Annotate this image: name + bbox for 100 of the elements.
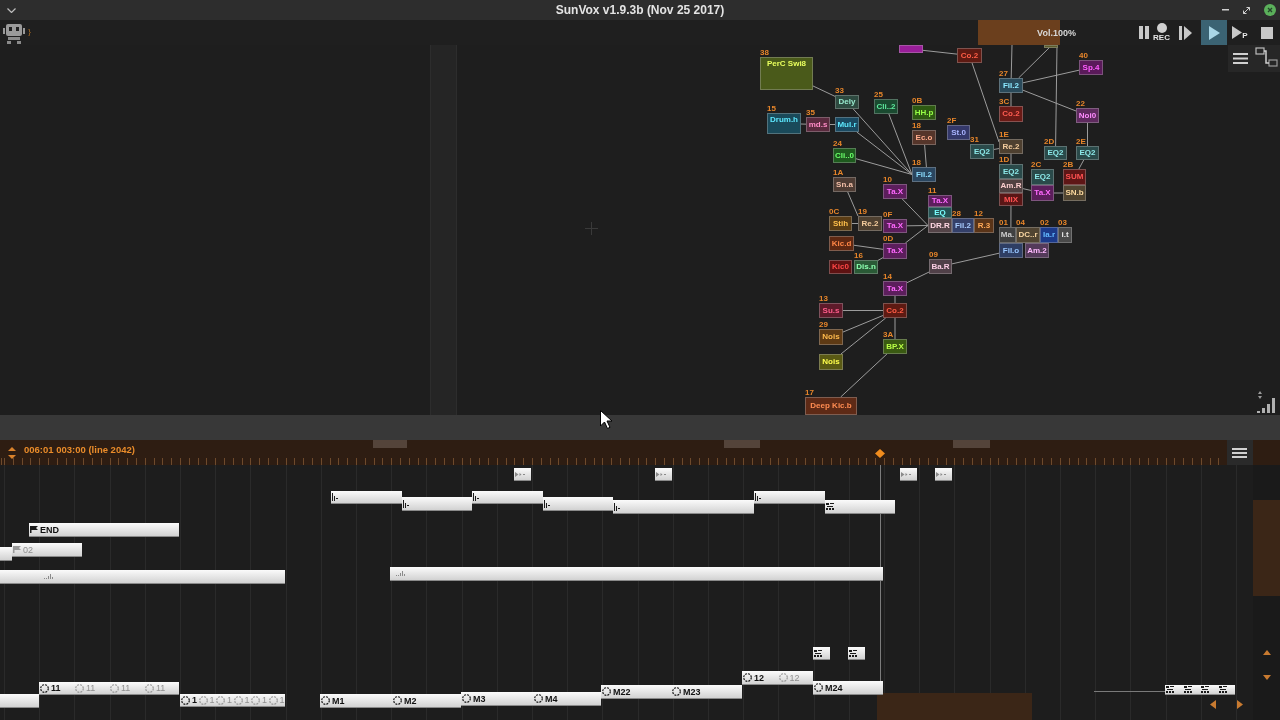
- module-node[interactable]: Nois: [819, 354, 843, 370]
- module-node[interactable]: EQ2: [999, 164, 1023, 179]
- module-node[interactable]: Fil.2: [952, 218, 974, 233]
- pattern-block[interactable]: M1: [320, 694, 392, 708]
- connection-line: [951, 252, 1000, 265]
- window-title: SunVox v1.9.3b (Nov 25 2017): [555, 3, 725, 17]
- logo-icon[interactable]: [3, 21, 25, 44]
- menu-icon[interactable]: [1227, 440, 1253, 465]
- module-node[interactable]: Nois: [819, 329, 843, 345]
- module-node[interactable]: Am.2: [1025, 243, 1049, 258]
- pattern-block[interactable]: M2: [392, 694, 461, 708]
- pattern-block[interactable]: M3: [461, 692, 533, 706]
- marker-tab[interactable]: [373, 440, 407, 448]
- module-node[interactable]: Co.2: [957, 48, 982, 63]
- module-node[interactable]: [899, 45, 923, 53]
- module-node[interactable]: Ia.r: [1040, 227, 1058, 243]
- module-number: 12: [974, 209, 983, 218]
- play-button[interactable]: [1201, 20, 1227, 45]
- pattern-block[interactable]: [813, 647, 830, 660]
- module-node[interactable]: Dely: [835, 95, 859, 109]
- module-node[interactable]: EQ2: [970, 144, 994, 159]
- module-node[interactable]: EQ2: [1044, 146, 1067, 160]
- record-button[interactable]: REC: [1153, 20, 1170, 45]
- module-node[interactable]: Sn.a: [833, 177, 856, 192]
- flag-icon: [13, 546, 21, 553]
- scroll-thumb[interactable]: [1253, 500, 1280, 596]
- right-arrow-icon[interactable]: [1237, 700, 1243, 709]
- down-arrow-icon[interactable]: [1262, 675, 1271, 680]
- module-node[interactable]: Am.R: [999, 179, 1023, 193]
- menu-icon[interactable]: [1228, 45, 1254, 72]
- module-node[interactable]: Re.2: [858, 216, 882, 231]
- module-node[interactable]: Mul.r: [835, 117, 859, 132]
- scroll-thumb[interactable]: [877, 693, 1032, 720]
- module-node[interactable]: Ta.X: [883, 219, 907, 233]
- module-node[interactable]: EQ2: [1031, 169, 1054, 185]
- pattern-block[interactable]: [825, 500, 895, 514]
- pattern-block[interactable]: 1 1 1 1 1 1: [180, 694, 285, 707]
- pattern-block[interactable]: END: [29, 523, 179, 537]
- module-node[interactable]: DR.R: [928, 218, 952, 233]
- pattern-block[interactable]: 11 11 11 11: [39, 682, 179, 695]
- module-node[interactable]: Deep Kic.b: [805, 397, 857, 415]
- module-node[interactable]: Ec.o: [912, 130, 936, 145]
- module-node[interactable]: MIX: [999, 193, 1023, 206]
- pattern-block[interactable]: M4: [533, 692, 601, 706]
- module-node[interactable]: DC..r: [1016, 227, 1040, 243]
- module-node[interactable]: St.0: [947, 125, 970, 140]
- module-node[interactable]: md.s: [806, 117, 830, 132]
- module-node[interactable]: Dis.n: [854, 260, 878, 274]
- module-node[interactable]: Cli..2: [874, 99, 898, 114]
- connection-line: [906, 271, 930, 284]
- connected-squares-icon[interactable]: [1254, 45, 1280, 72]
- close-icon[interactable]: [1264, 4, 1276, 16]
- left-arrow-icon[interactable]: [1210, 700, 1216, 709]
- play-pattern-button[interactable]: P: [1227, 20, 1253, 45]
- module-node[interactable]: PerC Swi8: [760, 57, 813, 90]
- module-node[interactable]: Re.2: [999, 139, 1023, 154]
- module-node[interactable]: HH.p: [912, 105, 936, 120]
- module-node[interactable]: SN.b: [1063, 185, 1086, 201]
- module-node[interactable]: Sp.4: [1079, 60, 1103, 75]
- module-node[interactable]: i.t: [1058, 227, 1072, 243]
- module-node[interactable]: Ta.X: [883, 184, 907, 199]
- chevron-down-icon[interactable]: [7, 7, 16, 13]
- module-node[interactable]: EQ2: [1076, 146, 1099, 160]
- module-node[interactable]: SUM: [1063, 169, 1086, 185]
- module-node[interactable]: Ta.X: [1031, 185, 1054, 201]
- module-node[interactable]: Fil.2: [912, 167, 936, 182]
- module-node[interactable]: R.3: [974, 218, 994, 233]
- pattern-block[interactable]: M24: [813, 681, 883, 695]
- module-node[interactable]: Fil.2: [999, 78, 1023, 93]
- pattern-block[interactable]: [848, 647, 865, 660]
- marker-tab[interactable]: [724, 440, 760, 448]
- pattern-block[interactable]: [1165, 685, 1235, 695]
- module-node[interactable]: Co.2: [999, 106, 1023, 122]
- volume-slider[interactable]: Vol.100%: [978, 20, 1135, 45]
- module-node[interactable]: Kic.d: [829, 236, 854, 251]
- module-node[interactable]: Ma.: [999, 227, 1016, 243]
- pause-icon: [1139, 26, 1149, 39]
- up-down-arrows-icon[interactable]: [8, 447, 16, 459]
- module-node[interactable]: Noi0: [1076, 108, 1099, 123]
- maximize-icon[interactable]: [1243, 6, 1250, 14]
- module-node[interactable]: Ta.X: [883, 243, 907, 259]
- module-node[interactable]: Stih: [829, 216, 852, 231]
- marker-tab[interactable]: [953, 440, 990, 448]
- pattern-block[interactable]: M23: [671, 685, 742, 699]
- module-node[interactable]: Ba.R: [929, 259, 952, 274]
- minimize-icon[interactable]: [1222, 9, 1229, 11]
- module-node[interactable]: Su.s: [819, 303, 843, 318]
- module-node[interactable]: [1044, 45, 1058, 48]
- pattern-block[interactable]: M22: [601, 685, 671, 699]
- module-node[interactable]: Ta.X: [883, 281, 907, 296]
- module-node[interactable]: Fil.o: [999, 243, 1023, 258]
- module-number: 0B: [912, 96, 923, 105]
- module-node[interactable]: Cli..0: [833, 148, 856, 163]
- module-node[interactable]: Drum.h: [767, 113, 801, 134]
- module-node[interactable]: Kic0: [829, 260, 852, 274]
- pattern-block[interactable]: 12 12: [742, 671, 813, 685]
- module-node[interactable]: BP.X: [883, 339, 907, 354]
- module-node[interactable]: Ta.X: [928, 195, 952, 207]
- module-node[interactable]: Co.2: [883, 303, 907, 318]
- up-arrow-icon[interactable]: [1262, 650, 1271, 655]
